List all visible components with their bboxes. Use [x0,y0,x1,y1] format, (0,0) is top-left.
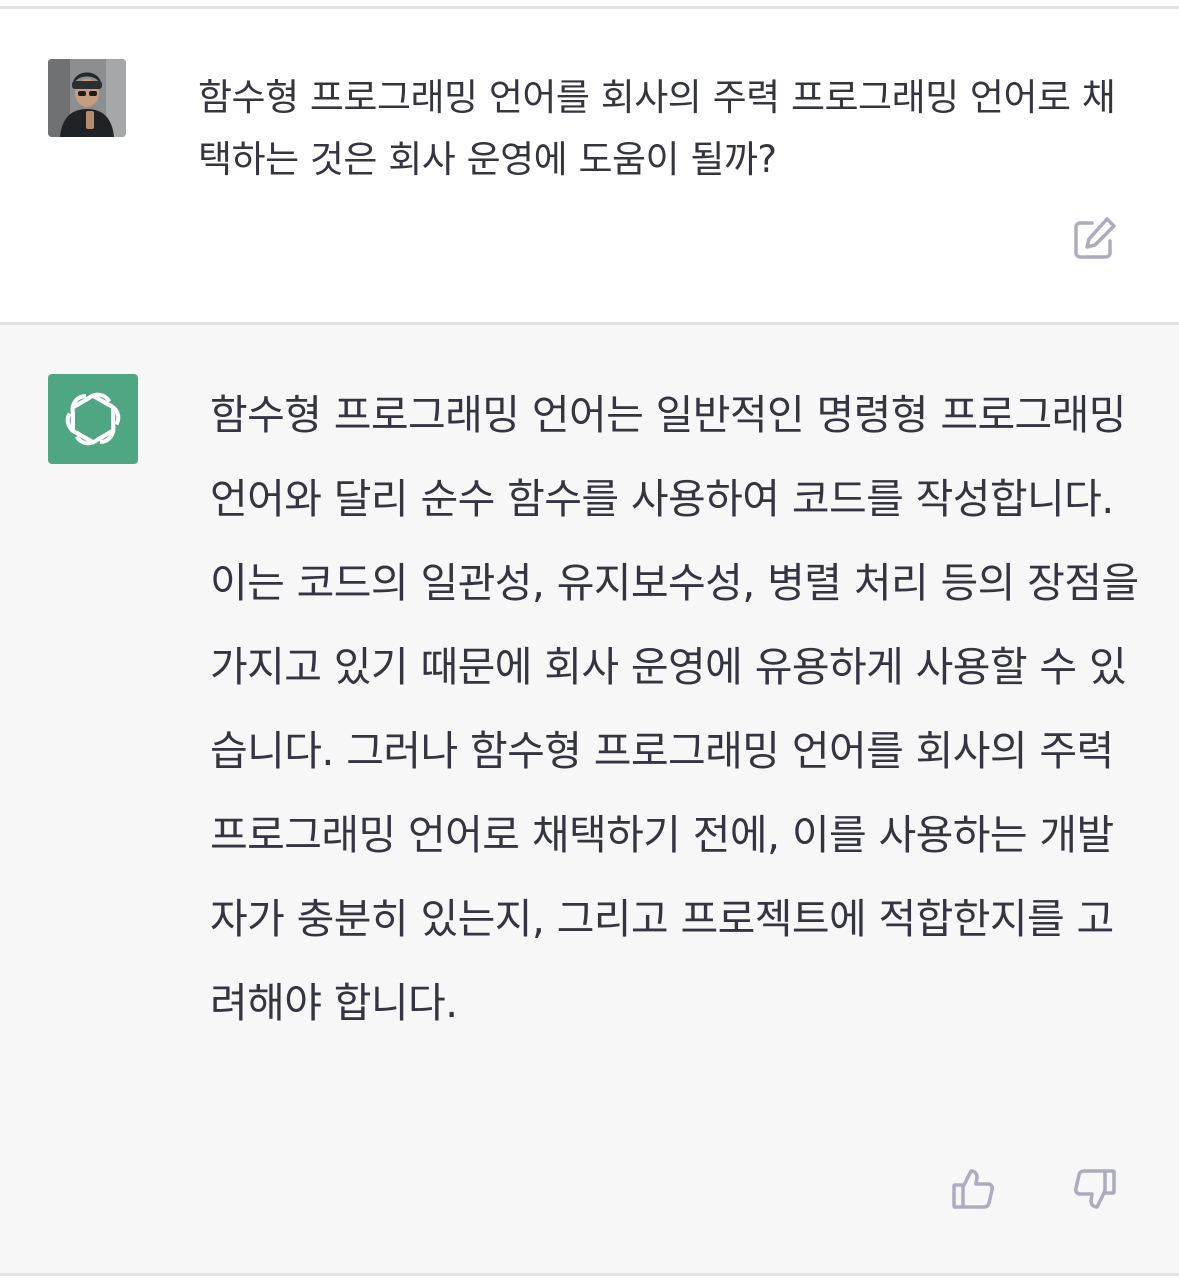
user-message-text: 함수형 프로그래밍 언어를 회사의 주력 프로그래밍 언어로 채택하는 것은 회… [198,76,1116,181]
user-avatar [48,59,126,137]
thumbs-down-button[interactable] [1068,1163,1120,1215]
thumbs-down-icon [1074,1169,1116,1209]
assistant-message-block: 함수형 프로그래밍 언어는 일반적인 명령형 프로그래밍 언어와 달리 순수 함… [0,325,1179,1276]
user-message-block: 함수형 프로그래밍 언어를 회사의 주력 프로그래밍 언어로 채택하는 것은 회… [0,9,1179,325]
thumbs-up-icon [952,1169,994,1209]
assistant-avatar [48,374,138,464]
assistant-message-text: 함수형 프로그래밍 언어는 일반적인 명령형 프로그래밍 언어와 달리 순수 함… [210,391,1139,1027]
edit-icon [1074,217,1116,259]
edit-button[interactable] [1068,213,1120,265]
openai-logo-icon [65,392,121,446]
top-divider [0,0,1179,9]
user-avatar-photo [48,59,126,137]
thumbs-up-button[interactable] [948,1163,1000,1215]
